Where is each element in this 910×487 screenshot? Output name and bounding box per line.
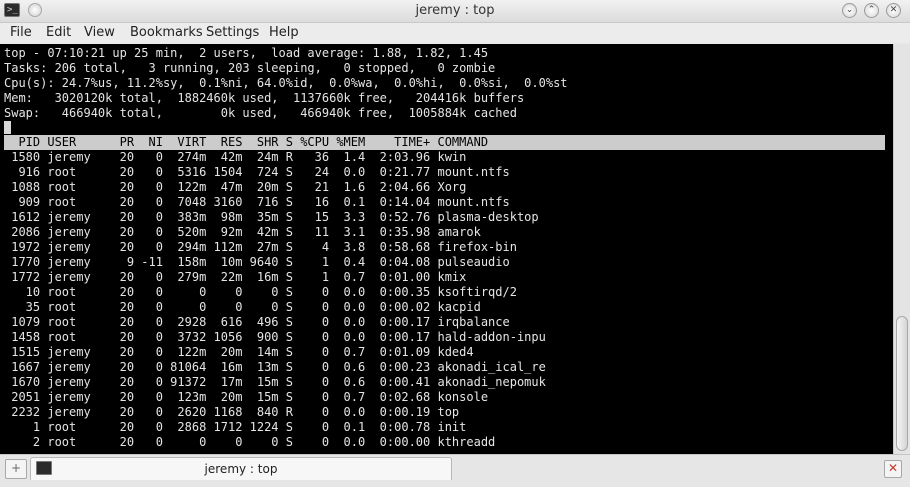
process-row: 1580 jeremy 20 0 274m 42m 24m R 36 1.4 2… <box>4 150 467 164</box>
maximize-icon[interactable]: ⌃ <box>864 3 879 18</box>
text-cursor <box>4 121 11 134</box>
process-row: 1079 root 20 0 2928 616 496 S 0 0.0 0:00… <box>4 315 510 329</box>
process-row: 10 root 20 0 0 0 0 S 0 0.0 0:00.35 ksoft… <box>4 285 517 299</box>
process-row: 909 root 20 0 7048 3160 716 S 16 0.1 0:1… <box>4 195 510 209</box>
terminal-view[interactable]: top - 07:10:21 up 25 min, 2 users, load … <box>0 44 893 454</box>
minimize-icon[interactable]: ⌄ <box>842 3 857 18</box>
close-tab-button[interactable]: ✕ <box>884 460 902 478</box>
process-row: 2051 jeremy 20 0 123m 20m 15m S 0 0.7 0:… <box>4 390 489 404</box>
process-row: 1670 jeremy 20 0 91372 17m 15m S 0 0.6 0… <box>4 375 546 389</box>
menu-help[interactable]: Help <box>269 25 299 40</box>
window-title: jeremy : top <box>415 3 495 18</box>
new-tab-button[interactable]: + <box>5 459 27 479</box>
menu-settings[interactable]: Settings <box>206 25 259 40</box>
konsole-window: >_ jeremy : top ⌄ ⌃ ✕ File Edit View Boo… <box>0 0 910 487</box>
process-list: 1580 jeremy 20 0 274m 42m 24m R 36 1.4 2… <box>4 150 546 450</box>
menu-view[interactable]: View <box>84 25 115 40</box>
process-row: 1088 root 20 0 122m 47m 20m S 21 1.6 2:0… <box>4 180 467 194</box>
process-row: 1667 jeremy 20 0 81064 16m 13m S 0 0.6 0… <box>4 360 546 374</box>
tab-jeremy-top[interactable]: jeremy : top <box>30 457 452 480</box>
menu-bar: File Edit View Bookmarks Settings Help <box>0 23 910 43</box>
process-row: 1 root 20 0 2868 1712 1224 S 0 0.1 0:00.… <box>4 420 467 434</box>
vertical-scrollbar[interactable] <box>893 44 910 454</box>
tab-bar: + jeremy : top ✕ <box>0 454 910 487</box>
process-row: 1458 root 20 0 3732 1056 900 S 0 0.0 0:0… <box>4 330 546 344</box>
process-row: 2 root 20 0 0 0 0 S 0 0.0 0:00.00 kthrea… <box>4 435 496 449</box>
process-row: 1770 jeremy 9 -11 158m 10m 9640 S 1 0.4 … <box>4 255 510 269</box>
process-row: 2232 jeremy 20 0 2620 1168 840 R 0 0.0 0… <box>4 405 460 419</box>
title-bar[interactable]: >_ jeremy : top ⌄ ⌃ ✕ <box>0 0 910 23</box>
menu-file[interactable]: File <box>10 25 32 40</box>
column-header-text: PID USER PR NI VIRT RES SHR S %CPU %MEM … <box>4 135 489 149</box>
tab-label: jeremy : top <box>204 462 278 476</box>
process-row: 1972 jeremy 20 0 294m 112m 27m S 4 3.8 0… <box>4 240 517 254</box>
process-row: 1515 jeremy 20 0 122m 20m 14m S 0 0.7 0:… <box>4 345 474 359</box>
process-row: 1772 jeremy 20 0 279m 22m 16m S 1 0.7 0:… <box>4 270 467 284</box>
process-row: 35 root 20 0 0 0 0 S 0 0.0 0:00.02 kacpi… <box>4 300 481 314</box>
menu-edit[interactable]: Edit <box>46 25 71 40</box>
menu-bookmarks[interactable]: Bookmarks <box>130 25 203 40</box>
process-row: 2086 jeremy 20 0 520m 92m 42m S 11 3.1 0… <box>4 225 481 239</box>
top-summary: top - 07:10:21 up 25 min, 2 users, load … <box>4 46 568 120</box>
process-row: 1612 jeremy 20 0 383m 98m 35m S 15 3.3 0… <box>4 210 539 224</box>
scrollbar-thumb[interactable] <box>896 316 908 451</box>
column-header-row: PID USER PR NI VIRT RES SHR S %CPU %MEM … <box>4 135 885 150</box>
process-row: 916 root 20 0 5316 1504 724 S 24 0.0 0:2… <box>4 165 510 179</box>
close-icon[interactable]: ✕ <box>886 3 901 18</box>
